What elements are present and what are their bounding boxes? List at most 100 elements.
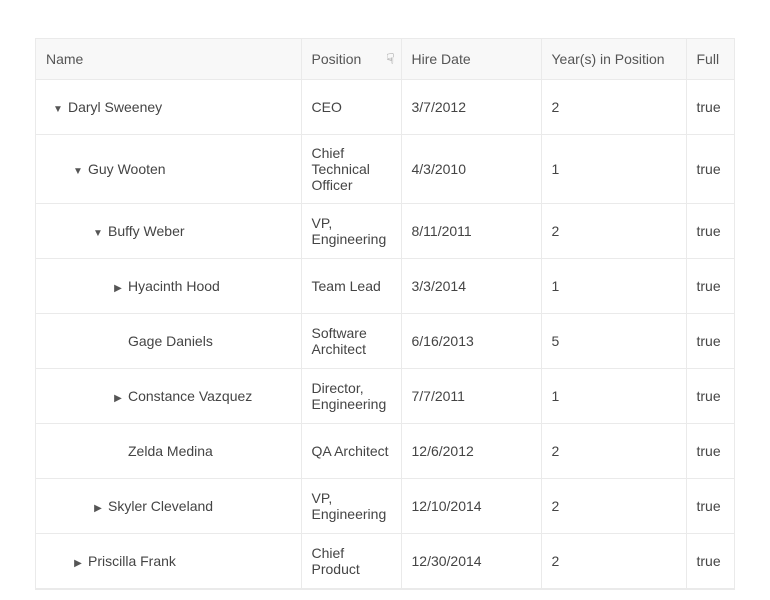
cell-position: VP, Engineering bbox=[301, 479, 401, 534]
table-row[interactable]: ▼Daryl SweeneyCEO3/7/20122true bbox=[36, 80, 735, 135]
cell-years: 1 bbox=[541, 369, 686, 424]
cell-name: ▶Zelda Medina bbox=[36, 424, 301, 479]
cell-years: 1 bbox=[541, 259, 686, 314]
cell-hiredate: 3/7/2012 bbox=[401, 80, 541, 135]
column-header-position[interactable]: Position ☟ bbox=[301, 39, 401, 80]
cell-years-value: 2 bbox=[552, 553, 560, 569]
table-row[interactable]: ▼ Guy Wooten Chief Technical Officer 4/3/20… bbox=[36, 135, 735, 204]
cell-full-value: true bbox=[697, 99, 721, 115]
cell-years-value: 1 bbox=[552, 388, 560, 404]
employee-name: Guy Wooten bbox=[88, 161, 166, 177]
cell-position-value: Chief Technical Officer bbox=[312, 145, 370, 193]
cell-years-value: 5 bbox=[552, 333, 560, 349]
cell-hiredate-value: 4/3/2010 bbox=[412, 161, 467, 177]
cell-position: Director, Engineering bbox=[301, 369, 401, 424]
collapse-icon[interactable]: ▼ bbox=[92, 228, 104, 239]
cell-full-value: true bbox=[697, 388, 721, 404]
collapse-icon[interactable]: ▼ bbox=[72, 166, 84, 177]
cell-hiredate-value: 3/3/2014 bbox=[412, 278, 467, 294]
employee-name: Zelda Medina bbox=[128, 443, 213, 459]
column-header-label: Hire Date bbox=[412, 51, 471, 67]
table-header-row: Name Position ☟ Hire Date Year(s) in Pos… bbox=[36, 39, 735, 80]
collapse-icon[interactable]: ▼ bbox=[52, 104, 64, 115]
table-row[interactable]: ▶Skyler Cleveland VP, Engineering 12/10/20… bbox=[36, 479, 735, 534]
cell-hiredate-value: 7/7/2011 bbox=[412, 388, 465, 404]
cell-hiredate-value: 6/16/2013 bbox=[412, 333, 474, 349]
cell-name: ▼ Buffy Weber bbox=[36, 204, 301, 259]
cell-hiredate-value: 12/6/2012 bbox=[412, 443, 474, 459]
cell-years: 1 bbox=[541, 135, 686, 204]
cell-years-value: 1 bbox=[552, 278, 560, 294]
cell-full-value: true bbox=[697, 278, 721, 294]
expand-icon[interactable]: ▶ bbox=[112, 393, 124, 404]
cell-position: QA Architect bbox=[301, 424, 401, 479]
cell-name: ▶ Priscilla Frank bbox=[36, 534, 301, 589]
cell-full-value: true bbox=[697, 223, 721, 239]
cell-full: true bbox=[686, 314, 735, 369]
cell-years: 2 bbox=[541, 479, 686, 534]
column-header-full[interactable]: Full bbox=[686, 39, 735, 80]
table-row[interactable]: ▶ Constance Vazquez Director, Engineering 7… bbox=[36, 369, 735, 424]
cell-full-value: true bbox=[697, 161, 721, 177]
cell-full-value: true bbox=[697, 443, 721, 459]
cell-full-value: true bbox=[697, 553, 721, 569]
cell-hiredate-value: 12/30/2014 bbox=[412, 553, 482, 569]
table-row[interactable]: ▶Gage Daniels Software Architect 6/16/2013… bbox=[36, 314, 735, 369]
cell-years: 2 bbox=[541, 204, 686, 259]
cell-position-value: VP, Engineering bbox=[312, 490, 387, 522]
tree-table: Name Position ☟ Hire Date Year(s) in Pos… bbox=[36, 39, 735, 589]
cell-full: true bbox=[686, 479, 735, 534]
employee-name: Buffy Weber bbox=[108, 223, 185, 239]
column-header-hiredate[interactable]: Hire Date bbox=[401, 39, 541, 80]
table-row[interactable]: ▶ Hyacinth Hood Team Lead 3/3/2014 1 true bbox=[36, 259, 735, 314]
cell-name: ▶Gage Daniels bbox=[36, 314, 301, 369]
table-row[interactable]: ▶ Priscilla Frank Chief Product 12/30/2014 2… bbox=[36, 534, 735, 589]
cell-full-value: true bbox=[697, 498, 721, 514]
cell-hiredate-value: 8/11/2011 bbox=[412, 223, 472, 239]
table-body: ▼Daryl SweeneyCEO3/7/20122true▼Guy Woote… bbox=[36, 80, 735, 589]
table-row[interactable]: ▶Zelda Medina QA Architect 12/6/2012 2 true bbox=[36, 424, 735, 479]
cell-years: 5 bbox=[541, 314, 686, 369]
cell-name: ▶Skyler Cleveland bbox=[36, 479, 301, 534]
table-row[interactable]: ▼ Buffy Weber VP, Engineering 8/11/2011 2 tru… bbox=[36, 204, 735, 259]
cell-position-value: Chief Product bbox=[312, 545, 360, 577]
cell-position: Chief Product bbox=[301, 534, 401, 589]
cell-position-value: Software Architect bbox=[312, 325, 367, 357]
expand-icon[interactable]: ▶ bbox=[72, 558, 84, 569]
cell-position: Chief Technical Officer bbox=[301, 135, 401, 204]
cell-full: true bbox=[686, 135, 735, 204]
cell-years: 2 bbox=[541, 534, 686, 589]
column-header-years[interactable]: Year(s) in Position bbox=[541, 39, 686, 80]
cell-years: 2 bbox=[541, 424, 686, 479]
cell-full: true bbox=[686, 80, 735, 135]
employee-name: Hyacinth Hood bbox=[128, 278, 220, 294]
cell-position-value: QA Architect bbox=[312, 443, 389, 459]
cell-hiredate: 12/30/2014 bbox=[401, 534, 541, 589]
cell-years-value: 2 bbox=[552, 223, 560, 239]
cell-hiredate: 4/3/2010 bbox=[401, 135, 541, 204]
cell-hiredate-value: 12/10/2014 bbox=[412, 498, 482, 514]
cell-years-value: 2 bbox=[552, 99, 560, 115]
cell-full: true bbox=[686, 534, 735, 589]
employee-name: Priscilla Frank bbox=[88, 553, 176, 569]
employee-name: Constance Vazquez bbox=[128, 388, 252, 404]
cell-years-value: 2 bbox=[552, 443, 560, 459]
cell-full: true bbox=[686, 259, 735, 314]
expand-icon[interactable]: ▶ bbox=[92, 503, 104, 514]
cell-hiredate: 7/7/2011 bbox=[401, 369, 541, 424]
column-header-name[interactable]: Name bbox=[36, 39, 301, 80]
cell-position: VP, Engineering bbox=[301, 204, 401, 259]
cell-years-value: 1 bbox=[552, 161, 560, 177]
cell-years-value: 2 bbox=[552, 498, 560, 514]
cell-hiredate-value: 3/7/2012 bbox=[412, 99, 467, 115]
cell-name: ▼Daryl Sweeney bbox=[36, 80, 301, 135]
column-header-label: Full bbox=[697, 51, 720, 67]
cell-position: Team Lead bbox=[301, 259, 401, 314]
column-header-label: Position bbox=[312, 51, 362, 67]
column-header-label: Year(s) in Position bbox=[552, 51, 665, 67]
column-header-label: Name bbox=[46, 51, 83, 67]
pointer-cursor-icon: ☟ bbox=[386, 51, 395, 68]
cell-years: 2 bbox=[541, 80, 686, 135]
cell-full: true bbox=[686, 204, 735, 259]
expand-icon[interactable]: ▶ bbox=[112, 283, 124, 294]
